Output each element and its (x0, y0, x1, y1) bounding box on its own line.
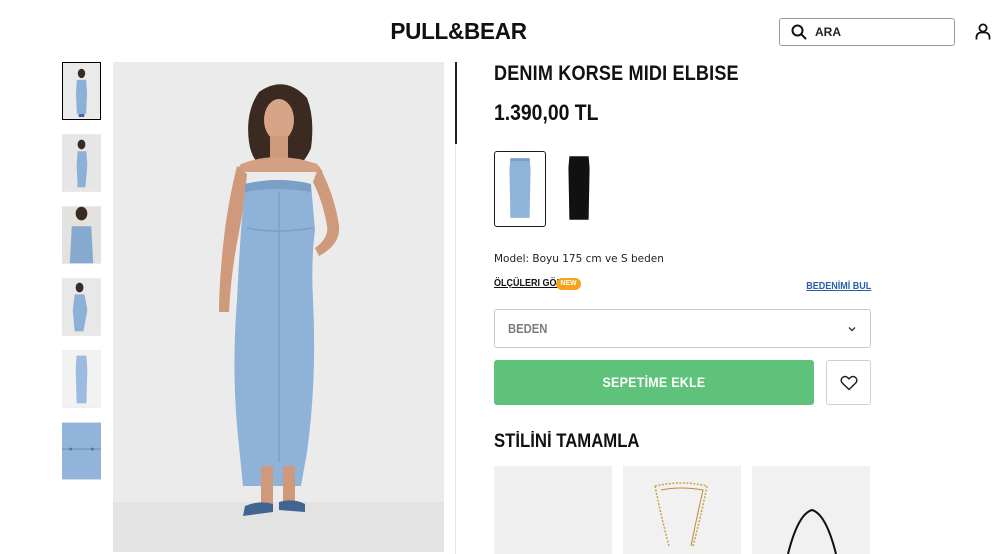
thumbnail-1[interactable] (62, 62, 101, 120)
find-my-size-link[interactable]: BEDENİMİ BUL (806, 281, 871, 292)
thumbnail-6[interactable] (62, 422, 101, 480)
gallery-scrollbar[interactable] (454, 62, 457, 554)
product-title: DENIM KORSE MIDI ELBISE (494, 62, 739, 85)
scrollbar-thumb[interactable] (454, 62, 457, 144)
search-box[interactable] (779, 18, 955, 46)
search-icon[interactable] (791, 24, 807, 40)
color-swatch-light-denim[interactable] (494, 151, 546, 227)
recommendation-item-3[interactable] (752, 466, 870, 554)
size-dropdown-label: BEDEN (508, 321, 548, 336)
thumbnail-5[interactable] (62, 350, 101, 408)
chevron-down-icon (847, 324, 857, 334)
model-info: Model: Boyu 175 cm ve S beden (494, 253, 664, 265)
thumbnail-2[interactable] (62, 134, 101, 192)
recommendation-item-2[interactable] (623, 466, 741, 554)
main-product-image[interactable] (113, 62, 444, 552)
color-swatch-black[interactable] (553, 151, 605, 227)
add-to-cart-label: SEPETİME EKLE (602, 375, 706, 390)
complete-look-title: STİLİNİ TAMAMLA (494, 431, 640, 452)
thumbnail-list (62, 62, 102, 494)
recommendation-item-1[interactable] (494, 466, 612, 554)
new-badge: NEW (556, 278, 581, 290)
size-guide-link[interactable]: ÖLÇÜLERI GÖR (494, 278, 563, 289)
thumbnail-4[interactable] (62, 278, 101, 336)
heart-icon (839, 375, 858, 391)
size-dropdown[interactable]: BEDEN (494, 309, 871, 348)
brand-logo[interactable]: PULL&BEAR (390, 17, 527, 45)
wishlist-button[interactable] (826, 360, 871, 405)
add-to-cart-button[interactable]: SEPETİME EKLE (494, 360, 814, 405)
thumbnail-3[interactable] (62, 206, 101, 264)
product-price: 1.390,00 TL (494, 100, 599, 125)
user-icon[interactable] (975, 23, 991, 40)
search-input[interactable] (815, 25, 935, 39)
